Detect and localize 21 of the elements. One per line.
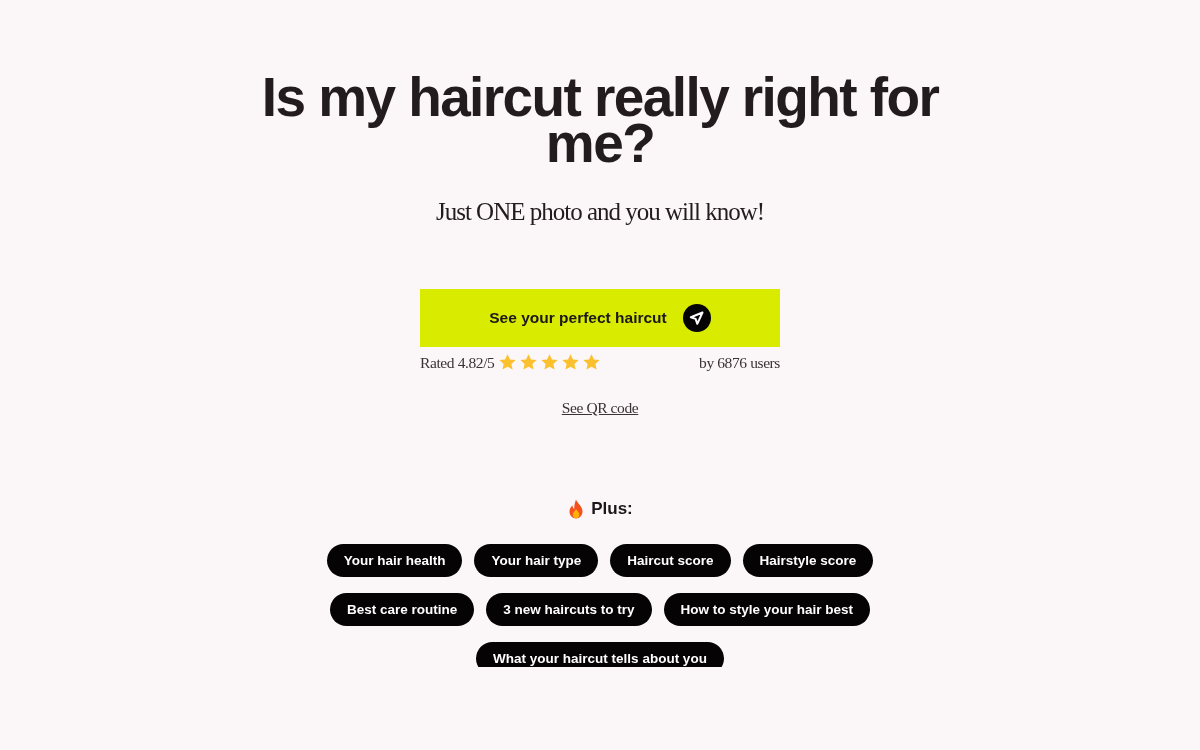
star-icon: [582, 353, 602, 372]
feature-tag: How to style your hair best: [663, 593, 871, 626]
star-icon: [540, 353, 560, 372]
star-icon: [519, 353, 539, 372]
user-count: by 6876 users: [699, 353, 780, 372]
qr-code-link[interactable]: See QR code: [561, 399, 639, 417]
feature-tag: Your hair health: [326, 544, 463, 577]
feature-tag: Haircut score: [610, 544, 731, 577]
paper-plane-icon: [682, 304, 711, 332]
star-icon: [498, 353, 518, 372]
cta-button[interactable]: See your perfect haircut: [420, 289, 780, 347]
feature-tag: 3 new haircuts to try: [486, 593, 652, 626]
feature-tag: What your haircut tells about you: [476, 642, 724, 667]
subtitle: Just ONE photo and you will know!: [435, 197, 765, 227]
star-icon: [561, 353, 581, 372]
feature-tag: Hairstyle score: [742, 544, 874, 577]
feature-tag: Best care routine: [329, 593, 475, 626]
headline: Is my haircut really right for me?: [260, 74, 940, 166]
rating-text: Rated 4.82/5: [420, 353, 495, 372]
feature-tag: Your hair type: [474, 544, 599, 577]
plus-heading: Plus:: [591, 499, 633, 519]
